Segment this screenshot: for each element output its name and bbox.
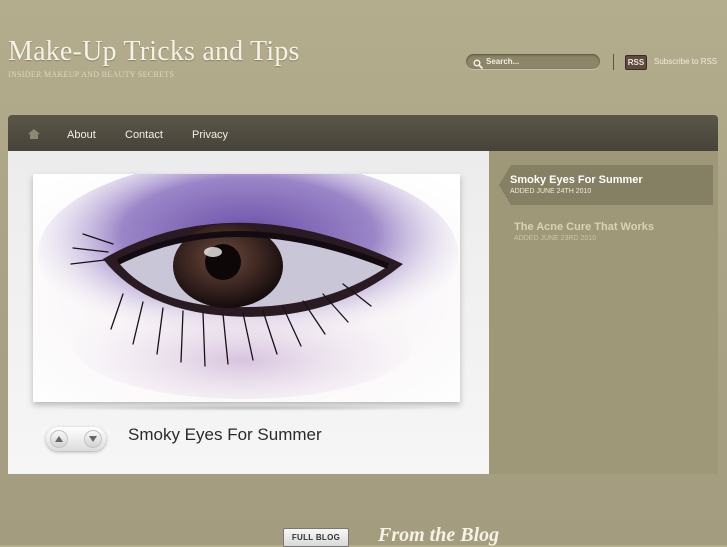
post-list: Smoky Eyes For Summer ADDED JUNE 24TH 20… bbox=[489, 151, 718, 474]
chevron-up-icon[interactable] bbox=[50, 430, 68, 448]
subscribe-rss-link[interactable]: Subscribe to RSS bbox=[654, 57, 717, 66]
image-shadow bbox=[48, 405, 448, 411]
nav-item-privacy[interactable]: Privacy bbox=[192, 129, 228, 141]
featured-post-title[interactable]: Smoky Eyes For Summer bbox=[128, 425, 322, 445]
chevron-down-icon[interactable] bbox=[84, 430, 102, 448]
header-divider bbox=[613, 54, 614, 70]
featured-image[interactable] bbox=[33, 174, 460, 402]
post-title[interactable]: The Acne Cure That Works bbox=[514, 221, 654, 233]
search-input[interactable] bbox=[486, 55, 594, 68]
search-icon[interactable] bbox=[473, 56, 483, 74]
section-heading: From the Blog bbox=[378, 524, 500, 546]
site-title[interactable]: Make-Up Tricks and Tips bbox=[8, 36, 300, 68]
featured-post: Smoky Eyes For Summer bbox=[8, 151, 489, 474]
search-box[interactable] bbox=[466, 54, 600, 69]
post-date: ADDED JUNE 23RD 2010 bbox=[514, 235, 597, 242]
site-tagline: INSIDER MAKEUP AND BEAUTY SECRETS bbox=[8, 70, 175, 79]
nav-item-contact[interactable]: Contact bbox=[125, 129, 163, 141]
post-date: ADDED JUNE 24TH 2010 bbox=[510, 188, 592, 195]
post-title[interactable]: Smoky Eyes For Summer bbox=[510, 174, 643, 186]
nav-item-about[interactable]: About bbox=[67, 129, 96, 141]
home-icon[interactable] bbox=[28, 126, 40, 144]
main-nav: About Contact Privacy bbox=[8, 115, 718, 151]
rss-icon[interactable]: RSS bbox=[625, 55, 647, 70]
full-blog-button[interactable]: FULL BLOG bbox=[283, 528, 349, 547]
slider-controls bbox=[46, 427, 106, 451]
